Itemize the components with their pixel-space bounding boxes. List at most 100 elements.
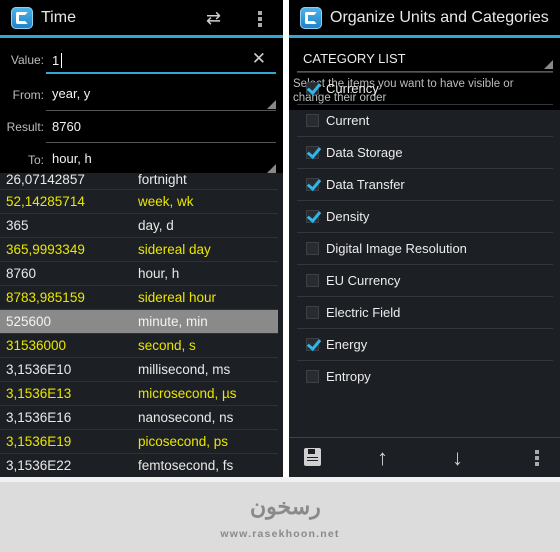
category-checkbox[interactable] xyxy=(306,114,319,127)
text-cursor xyxy=(61,53,62,68)
result-label: Result: xyxy=(6,120,44,134)
result-row[interactable]: 3,1536E13 microsecond, µs xyxy=(0,382,278,406)
result-unit: fortnight xyxy=(138,172,187,187)
category-label: Electric Field xyxy=(326,305,401,320)
result-number: 3,1536E13 xyxy=(6,386,72,401)
time-converter-screen: Time ⇄ Value: 1 ✕ From: year, y Result: … xyxy=(0,0,283,477)
save-icon[interactable] xyxy=(304,448,321,466)
category-item[interactable]: Currency xyxy=(297,72,553,104)
result-number: 3,1536E10 xyxy=(6,362,72,377)
clear-icon[interactable]: ✕ xyxy=(252,50,266,67)
result-unit: sidereal day xyxy=(138,242,211,257)
category-item[interactable]: Entropy xyxy=(297,360,553,392)
result-unit: second, s xyxy=(138,338,196,353)
category-item[interactable]: Current xyxy=(297,104,553,136)
result-unit: nanosecond, ns xyxy=(138,410,234,425)
category-label: Currency xyxy=(326,81,379,96)
result-underline xyxy=(46,142,276,143)
overflow-menu-icon[interactable] xyxy=(258,11,262,27)
category-item[interactable]: Energy xyxy=(297,328,553,360)
result-row[interactable]: 8783,985159 sidereal hour xyxy=(0,286,278,310)
screen-title: Organize Units and Categories xyxy=(330,8,549,26)
category-label: Entropy xyxy=(326,369,371,384)
action-bar: Organize Units and Categories xyxy=(289,0,560,38)
category-label: Data Transfer xyxy=(326,177,405,192)
bottom-action-bar: ↑ ↓ xyxy=(289,437,560,477)
category-checkbox[interactable] xyxy=(306,274,319,287)
result-number: 52,14285714 xyxy=(6,194,85,209)
site-logo: رسخون xyxy=(250,494,323,520)
category-label: Density xyxy=(326,209,370,224)
category-spinner-value: CATEGORY LIST xyxy=(303,51,406,66)
result-unit: microsecond, µs xyxy=(138,386,237,401)
result-row[interactable]: 525600 minute, min xyxy=(0,310,278,334)
result-row[interactable]: 8760 hour, h xyxy=(0,262,278,286)
result-row[interactable]: 31536000 second, s xyxy=(0,334,278,358)
category-checkbox[interactable] xyxy=(306,370,319,383)
result-number: 31536000 xyxy=(6,338,67,353)
category-item[interactable]: Data Transfer xyxy=(297,168,553,200)
result-number: 3,1536E16 xyxy=(6,410,72,425)
result-number: 525600 xyxy=(6,314,52,329)
result-row[interactable]: 52,14285714 week, wk xyxy=(0,190,278,214)
arrow-up-icon[interactable]: ↑ xyxy=(377,447,388,469)
category-item[interactable]: Electric Field xyxy=(297,296,553,328)
category-checkbox[interactable] xyxy=(306,338,319,351)
category-label: Data Storage xyxy=(326,145,403,160)
result-number: 365,9993349 xyxy=(6,242,85,257)
arrow-down-icon[interactable]: ↓ xyxy=(452,447,463,469)
action-bar: Time ⇄ xyxy=(0,0,283,38)
category-checkbox[interactable] xyxy=(306,306,319,319)
category-checkbox[interactable] xyxy=(306,242,319,255)
value-input[interactable]: 1 ✕ xyxy=(46,44,276,74)
category-checkbox[interactable] xyxy=(306,210,319,223)
results-list[interactable]: 26,07142857 fortnight 52,14285714 week, wk 3… xyxy=(0,172,278,477)
result-row[interactable]: 3,1536E22 femtosecond, fs xyxy=(0,454,278,477)
category-item[interactable]: Digital Image Resolution xyxy=(297,232,553,264)
from-unit-spinner[interactable]: year, y xyxy=(46,82,276,110)
from-underline xyxy=(46,110,276,111)
conversion-form: Value: 1 ✕ From: year, y Result: 8760 To… xyxy=(0,38,283,173)
result-number: 3,1536E22 xyxy=(6,458,72,473)
result-number: 8783,985159 xyxy=(6,290,85,305)
category-item[interactable]: Density xyxy=(297,200,553,232)
result-number: 26,07142857 xyxy=(6,172,85,187)
category-list[interactable]: Currency Current Data Storage Data Transfer… xyxy=(289,72,560,392)
category-item[interactable]: Data Storage xyxy=(297,136,553,168)
result-number: 3,1536E19 xyxy=(6,434,72,449)
category-item[interactable]: EU Currency xyxy=(297,264,553,296)
spinner-arrow-icon xyxy=(267,100,276,109)
category-checkbox[interactable] xyxy=(306,178,319,191)
result-value: 8760 xyxy=(52,119,81,134)
result-row[interactable]: 365,9993349 sidereal day xyxy=(0,238,278,262)
result-unit: picosecond, ps xyxy=(138,434,229,449)
category-checkbox[interactable] xyxy=(306,146,319,159)
result-unit: minute, min xyxy=(138,314,208,329)
result-number: 8760 xyxy=(6,266,37,281)
app-logo-icon[interactable] xyxy=(11,6,33,29)
result-unit: sidereal hour xyxy=(138,290,217,305)
from-unit-value: year, y xyxy=(52,86,91,101)
result-unit: day, d xyxy=(138,218,174,233)
swap-units-icon[interactable]: ⇄ xyxy=(206,9,221,27)
category-list-spinner[interactable]: CATEGORY LIST xyxy=(297,38,553,72)
result-row[interactable]: 3,1536E16 nanosecond, ns xyxy=(0,406,278,430)
value-input-underline xyxy=(46,72,276,74)
to-unit-value: hour, h xyxy=(52,151,92,166)
overflow-menu-icon[interactable] xyxy=(535,450,539,466)
from-label: From: xyxy=(12,88,44,102)
result-unit: hour, h xyxy=(138,266,180,281)
result-row[interactable]: 3,1536E19 picosecond, ps xyxy=(0,430,278,454)
result-number: 365 xyxy=(6,218,29,233)
category-label: EU Currency xyxy=(326,273,401,288)
result-row[interactable]: 26,07142857 fortnight xyxy=(0,170,278,190)
result-unit: millisecond, ms xyxy=(138,362,231,377)
category-label: Current xyxy=(326,113,370,128)
result-row[interactable]: 365 day, d xyxy=(0,214,278,238)
value-text: 1 xyxy=(52,53,60,68)
result-unit: femtosecond, fs xyxy=(138,458,234,473)
app-logo-icon[interactable] xyxy=(300,6,322,29)
category-checkbox[interactable] xyxy=(306,82,319,95)
result-row[interactable]: 3,1536E10 millisecond, ms xyxy=(0,358,278,382)
category-label: Energy xyxy=(326,337,368,352)
